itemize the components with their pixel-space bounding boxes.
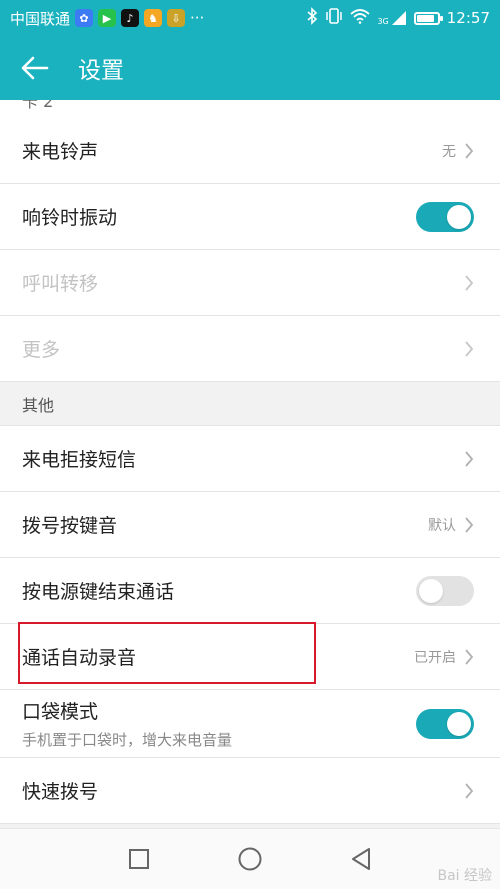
row-right [416,708,474,739]
row-right [416,201,474,232]
row-label: 来电铃声 [22,141,99,163]
signal-icon: 3G [377,10,406,26]
row-label: 快速拨号 [22,781,99,803]
row-reject-sms[interactable]: 来电拒接短信 [0,426,500,492]
back-button[interactable] [0,36,70,100]
row-more[interactable]: 更多 [0,316,500,382]
network-type: 3G [377,17,389,26]
row-subtitle: 手机置于口袋时，增大来电音量 [22,731,233,749]
row-label: 响铃时振动 [22,207,118,229]
battery-level [416,14,434,22]
chevron-right-icon [464,782,474,800]
vibrate-icon [325,8,343,28]
settings-list[interactable]: 卡 2 来电铃声 无 响铃时振动 呼叫转移 更多 其他 来电拒接短信 拨号按键音 [0,100,500,828]
row-label: 拨号按键音 [22,515,118,537]
chevron-right-icon [464,648,474,666]
status-bar: 中国联通 ✿ ▶ ♪ ♞ ⇩ ··· 3G 12:57 [0,0,500,36]
row-right [416,575,474,606]
row-label: 口袋模式 [22,701,99,723]
row-label: 按电源键结束通话 [22,581,175,603]
more-notifications-icon: ··· [190,9,205,27]
carrier-name: 中国联通 [10,9,71,28]
download-app-icon: ⇩ [167,9,186,27]
row-ringtone[interactable]: 来电铃声 无 [0,118,500,184]
chevron-right-icon [464,274,474,292]
row-right: 已开启 [414,647,474,667]
app-bar: 设置 [0,36,500,100]
wifi-icon [350,8,371,28]
partial-section-label: 卡 2 [22,100,54,111]
row-value: 默认 [428,517,456,534]
tiktok-app-icon: ♪ [121,9,140,27]
toggle-knob [419,578,443,603]
row-auto-record[interactable]: 通话自动录音 已开启 [0,624,500,690]
pocket-mode-toggle[interactable] [416,708,474,739]
toggle-knob [447,711,471,736]
home-button[interactable] [225,834,275,884]
section-header-other: 其他 [0,382,500,426]
row-vibrate-on-ring[interactable]: 响铃时振动 [0,184,500,250]
square-icon [129,849,149,869]
row-value: 已开启 [414,649,456,666]
row-right: 无 [442,141,474,161]
circle-icon [238,847,262,871]
row-pocket-mode[interactable]: 口袋模式 手机置于口袋时，增大来电音量 [0,690,500,758]
chevron-right-icon [464,340,474,358]
chevron-right-icon [464,450,474,468]
power-end-call-toggle[interactable] [416,575,474,606]
status-right: 3G 12:57 [306,7,490,29]
status-left: 中国联通 ✿ ▶ ♪ ♞ ⇩ ··· [10,8,204,29]
row-label: 更多 [22,339,61,361]
partial-section-header: 卡 2 [0,100,500,118]
toggle-knob [447,204,471,229]
vibrate-toggle[interactable] [416,201,474,232]
row-right: 默认 [428,515,474,535]
back-arrow-icon [21,56,49,80]
row-right [464,782,474,800]
baidu-watermark: Bai 经验 [437,868,492,884]
play-app-icon: ▶ [98,9,117,27]
row-label: 呼叫转移 [22,273,99,295]
row-value: 无 [442,143,456,160]
game-app-icon: ♞ [144,9,163,27]
chevron-right-icon [464,516,474,534]
baidu-app-icon: ✿ [75,9,94,27]
chevron-right-icon [464,142,474,160]
row-label: 通话自动录音 [22,647,137,669]
row-power-end-call[interactable]: 按电源键结束通话 [0,558,500,624]
recent-apps-button[interactable] [114,834,164,884]
page-title: 设置 [78,58,124,84]
triangle-back-icon [352,848,370,870]
row-label: 来电拒接短信 [22,449,137,471]
battery-icon [413,11,443,25]
row-right [464,274,474,292]
row-text: 口袋模式 手机置于口袋时，增大来电音量 [22,697,232,750]
row-speed-dial[interactable]: 快速拨号 [0,758,500,824]
navigation-bar: Bai 经验 [0,828,500,889]
bluetooth-icon [306,7,318,29]
row-call-forwarding[interactable]: 呼叫转移 [0,250,500,316]
row-right [464,340,474,358]
row-dial-tone[interactable]: 拨号按键音 默认 [0,492,500,558]
row-right [464,450,474,468]
back-nav-button[interactable] [336,834,386,884]
status-time: 12:57 [446,9,490,27]
